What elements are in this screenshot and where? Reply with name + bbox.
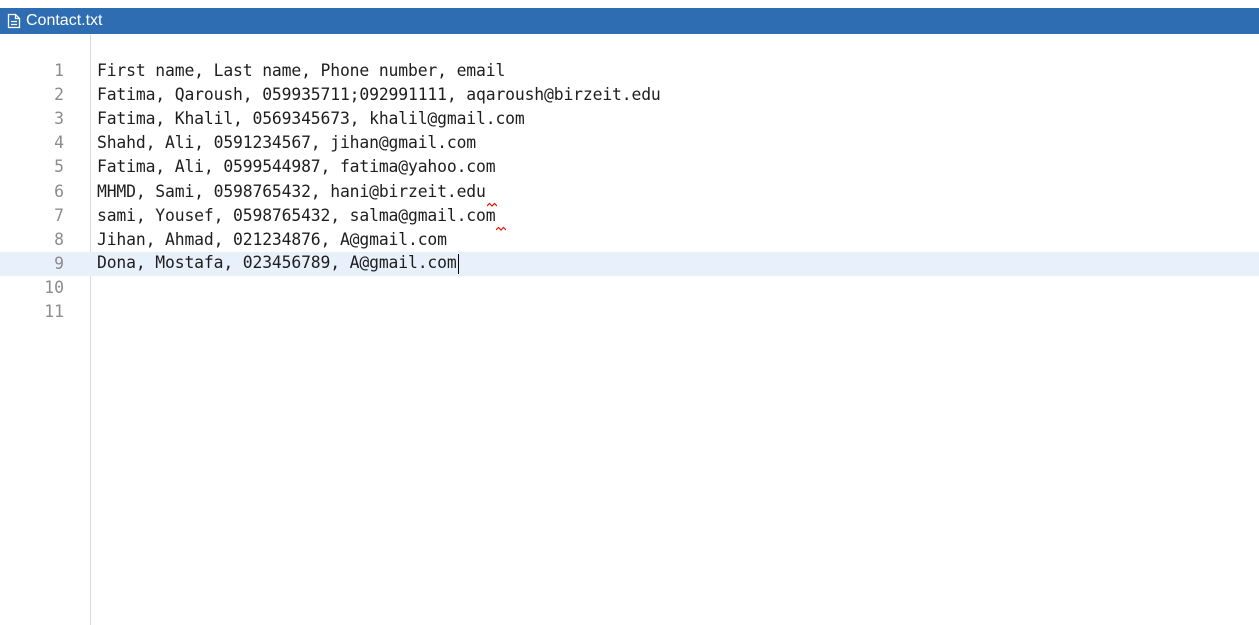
editor-line[interactable]: 2 Fatima, Qaroush, 059935711;092991111, … (0, 82, 1259, 106)
tab-contact-txt[interactable]: Contact.txt (0, 8, 102, 34)
line-number: 2 (54, 84, 64, 104)
line-text-wrapper: sami, Yousef, 0598765432, salma@gmail.co… (97, 206, 507, 231)
editor-line[interactable]: 10 (0, 276, 1259, 300)
line-number: 1 (54, 60, 64, 80)
line-number: 3 (54, 108, 64, 128)
tab-bar: Contact.txt (0, 8, 1259, 34)
text-cursor (457, 253, 459, 274)
editor-line[interactable]: 7 sami, Yousef, 0598765432, salma@gmail.… (0, 203, 1259, 231)
line-text[interactable]: Fatima, Ali, 0599544987, fatima@yahoo.co… (97, 157, 496, 176)
line-text[interactable]: Shahd, Ali, 0591234567, jihan@gmail.com (97, 133, 476, 152)
editor-line[interactable]: 11 (0, 300, 1259, 324)
line-text-wrapper: Dona, Mostafa, 023456789, A@gmail.com (97, 253, 459, 274)
editor-line[interactable]: 4 Shahd, Ali, 0591234567, jihan@gmail.co… (0, 131, 1259, 155)
line-number: 10 (44, 278, 64, 298)
line-number: 11 (44, 302, 64, 322)
line-text[interactable]: Fatima, Qaroush, 059935711;092991111, aq… (97, 85, 661, 104)
line-number: 9 (54, 254, 64, 274)
line-number: 8 (54, 229, 64, 249)
spellcheck-squiggle-icon (486, 193, 498, 207)
line-text[interactable]: First name, Last name, Phone number, ema… (97, 61, 505, 80)
line-text[interactable]: Jihan, Ahmad, 021234876, A@gmail.com (97, 230, 447, 249)
file-text-icon (6, 12, 22, 30)
editor-line[interactable]: 8 Jihan, Ahmad, 021234876, A@gmail.com (0, 227, 1259, 251)
line-text[interactable]: Dona, Mostafa, 023456789, A@gmail.com (97, 253, 457, 272)
line-text-wrapper: MHMD, Sami, 0598765432, hani@birzeit.edu (97, 182, 498, 207)
editor-line[interactable]: 6 MHMD, Sami, 0598765432, hani@birzeit.e… (0, 179, 1259, 207)
line-number: 6 (54, 181, 64, 201)
editor-line[interactable]: 3 Fatima, Khalil, 0569345673, khalil@gma… (0, 106, 1259, 130)
line-number: 4 (54, 133, 64, 153)
editor-line-current[interactable]: 9 Dona, Mostafa, 023456789, A@gmail.com (0, 251, 1259, 276)
editor-text-area[interactable]: 1 First name, Last name, Phone number, e… (0, 58, 1259, 324)
tab-label: Contact.txt (26, 12, 103, 29)
line-text[interactable]: sami, Yousef, 0598765432, salma@gmail.co… (97, 206, 496, 225)
line-number: 7 (54, 205, 64, 225)
line-text[interactable]: MHMD, Sami, 0598765432, hani@birzeit.edu (97, 182, 486, 201)
spellcheck-squiggle-icon (496, 217, 507, 231)
line-number: 5 (54, 157, 64, 177)
editor-line[interactable]: 1 First name, Last name, Phone number, e… (0, 58, 1259, 82)
text-editor: Contact.txt 1 First name, Last name, Pho… (0, 0, 1259, 625)
line-text[interactable]: Fatima, Khalil, 0569345673, khalil@gmail… (97, 109, 525, 128)
editor-line[interactable]: 5 Fatima, Ali, 0599544987, fatima@yahoo.… (0, 155, 1259, 179)
